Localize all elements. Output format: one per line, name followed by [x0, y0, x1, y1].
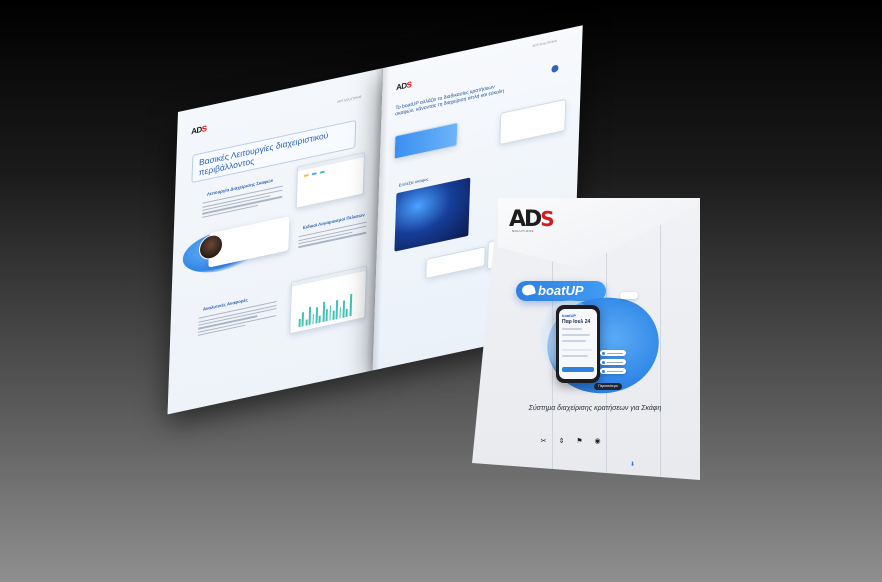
download-icon: ⬇: [630, 462, 636, 468]
tools-icon: ✂: [540, 438, 547, 445]
phone-date: Παρ Ιουλ 24: [562, 319, 591, 325]
report-chart: [298, 292, 352, 328]
side-chip-3: [600, 368, 626, 374]
feature-icon-row: ✂ ⇕ ⚑ ◉: [540, 438, 601, 445]
cover-tagline: Σύστημα διαχείρισης κρατήσεων για Σκάφη: [528, 405, 662, 412]
dark-dashboard-mock: [394, 177, 471, 252]
phone-cta: [562, 367, 594, 372]
side-chip-1: [600, 350, 626, 356]
inner-header-tag-right: ADS SOLUTIONS: [532, 38, 557, 49]
right-feature-card: [393, 121, 459, 160]
ads-logo-sub: SOLUTIONS: [512, 229, 534, 233]
inner-header-tag-left: ADS SOLUTIONS: [336, 94, 362, 104]
arrows-icon: ⇕: [558, 438, 565, 445]
right-mini-card: [499, 98, 567, 146]
side-chip-2: [600, 359, 626, 365]
right-callout: Το boatUP αλλάζει το διαδικασίες κρατήσε…: [395, 84, 505, 118]
camera-icon: ◉: [594, 438, 601, 445]
brochure-mockup-scene: ADS ADS SOLUTIONS Βασικές Λειτουργίες δι…: [0, 0, 882, 582]
cta-pill: Περισσότερα: [594, 383, 622, 390]
inner-left-panel: ADS ADS SOLUTIONS Βασικές Λειτουργίες δι…: [167, 68, 383, 415]
inner-right-logo: ADS: [395, 79, 412, 93]
phone-screen: boatUP Παρ Ιουλ 24: [559, 309, 597, 379]
mock-screen-boats: [295, 151, 366, 209]
flag-icon: ⚑: [576, 438, 583, 445]
right-round-button: [551, 64, 559, 73]
phone-header: boatUP: [562, 313, 576, 318]
floating-chip: [620, 292, 638, 299]
inner-logo: ADS: [191, 123, 207, 137]
right-bottom-card-1: [425, 246, 486, 280]
mock-screen-reports: [289, 265, 368, 335]
